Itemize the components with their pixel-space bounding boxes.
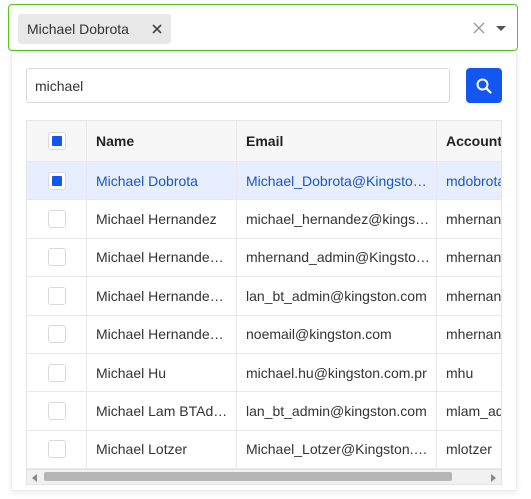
cell-email-text: michael_hernandez@kingston.com	[246, 211, 436, 228]
cell-account: mhernand_test	[437, 316, 502, 353]
cell-account: mhu	[437, 354, 501, 391]
row-select-cell	[27, 315, 87, 353]
cell-email-text: mhernand_admin@Kingston.com	[246, 249, 436, 266]
cell-account: mdobrota	[437, 162, 502, 199]
search-input[interactable]	[26, 68, 450, 103]
row-checkbox[interactable]	[47, 402, 66, 421]
cell-account: mlam_admin	[437, 392, 501, 429]
cell-name-text: Michael Hernandez Test	[96, 326, 236, 343]
row-checkbox[interactable]	[47, 286, 66, 305]
cell-email-text: lan_bt_admin@kingston.com	[246, 403, 427, 420]
cell-name-text: Michael Lam BTAdmin	[96, 403, 236, 420]
table-header-row: Name Email Account	[27, 121, 501, 162]
user-table-body: Name Email Account Michael Dobrota Michae…	[27, 121, 502, 470]
row-select-cell	[27, 353, 87, 392]
cell-email: Michael_Dobrota@Kingston.com	[237, 162, 437, 200]
row-checkbox[interactable]	[47, 363, 66, 382]
cell-account-text: mhernand_test	[446, 326, 502, 343]
row-select-cell	[27, 200, 87, 238]
cell-email-text: michael.hu@kingston.com.pr	[246, 364, 427, 381]
search-icon	[476, 78, 492, 94]
cell-account-text: mhu	[446, 364, 474, 381]
table-row[interactable]: Michael Dobrota Michael_Dobrota@Kingston.…	[27, 162, 502, 201]
cell-email: michael_hernandez@kingston.com	[237, 200, 437, 238]
row-checkbox[interactable]	[47, 325, 66, 344]
cell-account-text: mhernand_admin	[446, 249, 502, 266]
column-header-account[interactable]: Account	[437, 121, 501, 161]
row-select-cell	[27, 430, 87, 469]
cell-account-text: mhernandez	[446, 211, 502, 228]
close-icon[interactable]	[150, 22, 164, 36]
cell-name-text: Michael Lotzer	[96, 441, 188, 458]
table-row[interactable]: Michael Hernandez Test noemail@kingston.c…	[27, 315, 502, 354]
user-table: Name Email Account Michael Dobrota Michae…	[26, 120, 502, 485]
cell-name-text: Michael Dobrota	[96, 172, 198, 189]
cell-account: mhernandez	[437, 200, 502, 237]
search-button[interactable]	[466, 68, 502, 103]
cell-account: mlotzer	[437, 431, 501, 468]
row-checkbox[interactable]	[47, 440, 66, 459]
table-row[interactable]: Michael Hu michael.hu@kingston.com.pr mhu	[27, 353, 501, 393]
cell-account-text: mlotzer	[446, 441, 492, 458]
cell-name-text: Michael Hu	[96, 364, 167, 381]
cell-email: noemail@kingston.com	[237, 315, 437, 353]
cell-name-text: Michael Hernandez BT Admin	[96, 287, 236, 304]
table-row[interactable]: Michael Hernandez BT Admin lan_bt_admin@k…	[27, 277, 502, 316]
cell-email-text: lan_bt_admin@kingston.com	[246, 287, 427, 304]
cell-name: Michael Hernandez Admin	[87, 238, 237, 277]
column-header-name[interactable]: Name	[87, 121, 237, 161]
horizontal-scrollbar[interactable]	[27, 469, 501, 484]
cell-email: Michael_Lotzer@Kingston.com	[237, 430, 437, 469]
cell-account: mhernand_bt	[437, 277, 502, 314]
cell-email: michael.hu@kingston.com.pr	[237, 353, 437, 392]
column-header-email[interactable]: Email	[237, 121, 437, 161]
table-row[interactable]: Michael Hernandez Admin mhernand_admin@Ki…	[27, 238, 502, 278]
row-select-cell	[27, 238, 87, 277]
cell-name-text: Michael Hernandez Admin	[96, 249, 236, 266]
table-row[interactable]: Michael Hernandez michael_hernandez@kings…	[27, 200, 502, 239]
user-picker[interactable]: Michael Dobrota	[8, 4, 518, 51]
cell-account: mhernand_admin	[437, 239, 502, 276]
selected-user-tag-label: Michael Dobrota	[27, 21, 129, 37]
row-checkbox[interactable]	[47, 210, 66, 229]
cell-name-text: Michael Hernandez	[96, 211, 217, 228]
selected-user-tag: Michael Dobrota	[18, 14, 171, 44]
cell-email-text: Michael_Dobrota@Kingston.com	[246, 172, 436, 189]
cell-email-text: Michael_Lotzer@Kingston.com	[246, 441, 436, 458]
scroll-left-icon[interactable]	[32, 474, 37, 482]
chevron-down-icon[interactable]	[496, 26, 506, 31]
scrollbar-thumb[interactable]	[44, 472, 452, 481]
row-select-cell	[27, 162, 87, 200]
table-row[interactable]: Michael Lotzer Michael_Lotzer@Kingston.co…	[27, 430, 501, 470]
header-select-cell	[27, 121, 87, 161]
cell-name: Michael Dobrota	[87, 162, 237, 200]
cell-email: lan_bt_admin@kingston.com	[237, 392, 437, 430]
select-all-checkbox[interactable]	[47, 132, 66, 150]
row-checkbox[interactable]	[47, 248, 66, 267]
row-select-cell	[27, 277, 87, 315]
cell-account-text: mhernand_bt	[446, 287, 502, 304]
cell-account-text: mdobrota	[446, 172, 502, 189]
table-row[interactable]: Michael Lam BTAdmin lan_bt_admin@kingston…	[27, 392, 501, 431]
cell-name: Michael Hernandez Test	[87, 315, 237, 353]
scroll-right-icon[interactable]	[491, 474, 496, 482]
row-select-cell	[27, 392, 87, 430]
row-checkbox[interactable]	[47, 171, 66, 190]
cell-name: Michael Hernandez	[87, 200, 237, 238]
cell-name: Michael Hernandez BT Admin	[87, 277, 237, 315]
clear-icon[interactable]	[472, 21, 486, 35]
cell-name: Michael Lotzer	[87, 430, 237, 469]
cell-email: lan_bt_admin@kingston.com	[237, 277, 437, 315]
cell-account-text: mlam_admin	[446, 403, 501, 420]
cell-email-text: noemail@kingston.com	[246, 326, 392, 343]
cell-name: Michael Hu	[87, 353, 237, 392]
cell-email: mhernand_admin@Kingston.com	[237, 238, 437, 277]
cell-name: Michael Lam BTAdmin	[87, 392, 237, 430]
